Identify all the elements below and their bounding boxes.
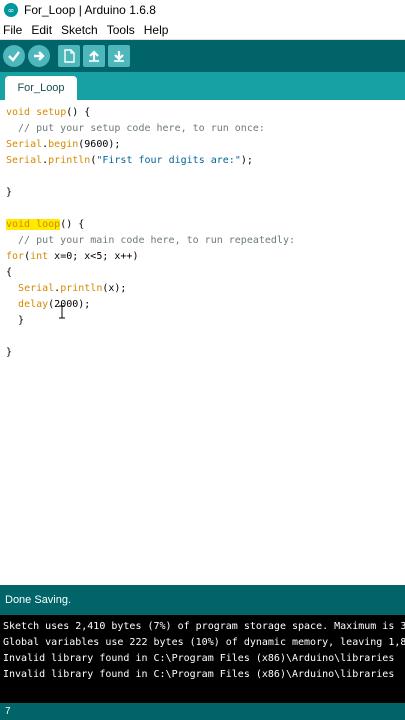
console-line: Invalid library found in C:\Program File…: [3, 669, 395, 680]
code-token: );: [240, 155, 253, 166]
upload-icon: [34, 51, 45, 61]
code-line: void setup() {: [6, 105, 295, 121]
save-icon: [114, 51, 124, 62]
new-icon: [64, 49, 75, 63]
menu-help[interactable]: Help: [144, 23, 169, 37]
code-token: loop: [36, 219, 61, 230]
upload-button[interactable]: [28, 45, 50, 67]
code-token: // put your setup code here, to run once…: [6, 123, 265, 134]
code-line: delay(2000);: [6, 297, 295, 313]
text-cursor-icon: [59, 305, 65, 319]
console-output[interactable]: Sketch uses 2,410 bytes (7%) of program …: [0, 615, 405, 703]
menu-tools[interactable]: Tools: [107, 23, 135, 37]
save-button[interactable]: [108, 45, 130, 67]
tab-label: For_Loop: [17, 82, 65, 94]
code-token: println: [60, 283, 103, 294]
code-line: Serial.begin(9600);: [6, 137, 295, 153]
menu-sketch[interactable]: Sketch: [61, 23, 98, 37]
code-token: int: [30, 251, 49, 262]
code-token: delay: [18, 299, 49, 310]
console-line: Sketch uses 2,410 bytes (7%) of program …: [3, 621, 405, 632]
code-token: for: [6, 251, 25, 262]
verify-icon: [8, 51, 20, 62]
code-token: }: [6, 315, 25, 326]
new-button[interactable]: [58, 45, 80, 67]
code-token: "First four digits are:": [96, 155, 241, 166]
console-line: Global variables use 222 bytes (10%) of …: [3, 637, 405, 648]
bottom-status-bar: 7: [0, 703, 405, 720]
code-token: }: [6, 187, 13, 198]
code-line: }: [6, 313, 295, 329]
menu-file[interactable]: File: [3, 23, 22, 37]
code-token: (9600);: [78, 139, 121, 150]
code-token: // put your main code here, to run repea…: [6, 235, 295, 246]
code-token: {: [6, 267, 13, 278]
status-bar: Done Saving.: [0, 585, 405, 615]
arduino-logo-icon: ∞: [4, 3, 18, 17]
line-number: 7: [5, 706, 11, 717]
console-line: Invalid library found in C:\Program File…: [3, 653, 395, 664]
tab-bar: For_Loop: [0, 72, 405, 100]
code-token: Serial: [6, 155, 43, 166]
menu-edit[interactable]: Edit: [31, 23, 52, 37]
code-token: begin: [48, 139, 79, 150]
code-token: void: [6, 219, 31, 230]
code-token: }: [6, 347, 13, 358]
code-line: Serial.println("First four digits are:")…: [6, 153, 295, 169]
code-token: void: [6, 107, 31, 118]
code-token: Serial: [6, 139, 43, 150]
code-token: setup: [36, 107, 67, 118]
tab-for-loop[interactable]: For_Loop: [5, 76, 77, 100]
code-line: void loop() {: [6, 217, 295, 233]
code-token: x=0; x<5; x++): [48, 251, 139, 262]
code-line: }: [6, 185, 295, 201]
menu-bar: File Edit Sketch Tools Help: [0, 20, 405, 40]
open-button[interactable]: [83, 45, 105, 67]
title-bar: ∞ For_Loop | Arduino 1.6.8: [0, 0, 405, 20]
code-token: () {: [66, 107, 91, 118]
code-token: println: [48, 155, 91, 166]
code-line: Serial.println(x);: [6, 281, 295, 297]
console-text: Sketch uses 2,410 bytes (7%) of program …: [3, 619, 405, 683]
code-text[interactable]: void setup() { // put your setup code he…: [6, 105, 295, 361]
code-token: (x);: [102, 283, 127, 294]
code-token: Serial: [18, 283, 55, 294]
window-title: For_Loop | Arduino 1.6.8: [24, 3, 156, 17]
code-editor[interactable]: void setup() { // put your setup code he…: [0, 100, 405, 585]
code-line: }: [6, 345, 295, 361]
verify-button[interactable]: [3, 45, 25, 67]
toolbar: [0, 40, 405, 72]
open-icon: [89, 50, 99, 62]
code-token: () {: [60, 219, 85, 230]
code-line: {: [6, 265, 295, 281]
code-line: // put your main code here, to run repea…: [6, 233, 295, 249]
code-line: // put your setup code here, to run once…: [6, 121, 295, 137]
status-message: Done Saving.: [5, 594, 72, 606]
code-token: (2000);: [48, 299, 91, 310]
code-line: for(int x=0; x<5; x++): [6, 249, 295, 265]
